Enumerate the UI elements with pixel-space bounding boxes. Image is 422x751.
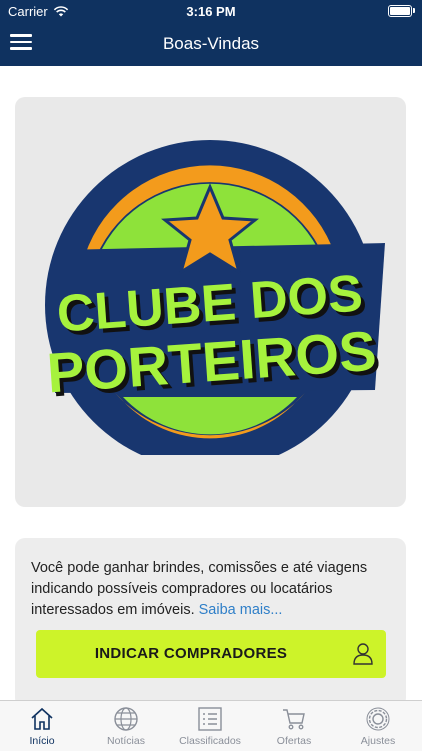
refer-buyers-button[interactable]: INDICAR COMPRADORES bbox=[36, 630, 386, 678]
tab-label: Notícias bbox=[107, 735, 145, 747]
tab-ajustes[interactable]: Ajustes bbox=[336, 701, 420, 751]
learn-more-link[interactable]: Saiba mais... bbox=[199, 602, 283, 618]
user-icon bbox=[353, 643, 373, 665]
battery-icon bbox=[388, 5, 415, 17]
tab-bar: Início Notícias Classificados Ofertas Aj… bbox=[0, 700, 422, 751]
tab-ofertas[interactable]: Ofertas bbox=[252, 701, 336, 751]
refer-buyers-label: INDICAR COMPRADORES bbox=[94, 645, 288, 662]
tab-inicio[interactable]: Início bbox=[0, 701, 84, 751]
info-card: Você pode ganhar brindes, comissões e at… bbox=[15, 538, 406, 708]
home-icon bbox=[31, 707, 53, 730]
status-time: 3:16 PM bbox=[186, 4, 236, 19]
club-logo: CLUBE DOS CLUBE DOS PORTEIROS PORTEIROS bbox=[45, 140, 385, 455]
top-bar: Carrier 3:16 PM Boas-Vindas bbox=[0, 0, 422, 66]
gear-icon bbox=[366, 707, 390, 731]
tab-label: Ofertas bbox=[276, 735, 312, 747]
navigation-bar: Boas-Vindas bbox=[0, 22, 422, 66]
logo-card: CLUBE DOS CLUBE DOS PORTEIROS PORTEIROS bbox=[15, 97, 406, 507]
tab-noticias[interactable]: Notícias bbox=[84, 701, 168, 751]
info-paragraph: Você pode ganhar brindes, comissões e at… bbox=[31, 558, 391, 621]
list-icon bbox=[198, 707, 222, 731]
main-content: CLUBE DOS CLUBE DOS PORTEIROS PORTEIROS … bbox=[0, 66, 422, 708]
tab-classificados[interactable]: Classificados bbox=[168, 701, 252, 751]
tab-label: Início bbox=[29, 735, 55, 747]
page-title: Boas-Vindas bbox=[162, 34, 260, 53]
cart-icon bbox=[283, 709, 305, 730]
tab-label: Classificados bbox=[179, 735, 241, 747]
globe-icon bbox=[114, 707, 138, 731]
tab-label: Ajustes bbox=[360, 735, 396, 747]
status-bar: Carrier 3:16 PM bbox=[0, 0, 422, 22]
